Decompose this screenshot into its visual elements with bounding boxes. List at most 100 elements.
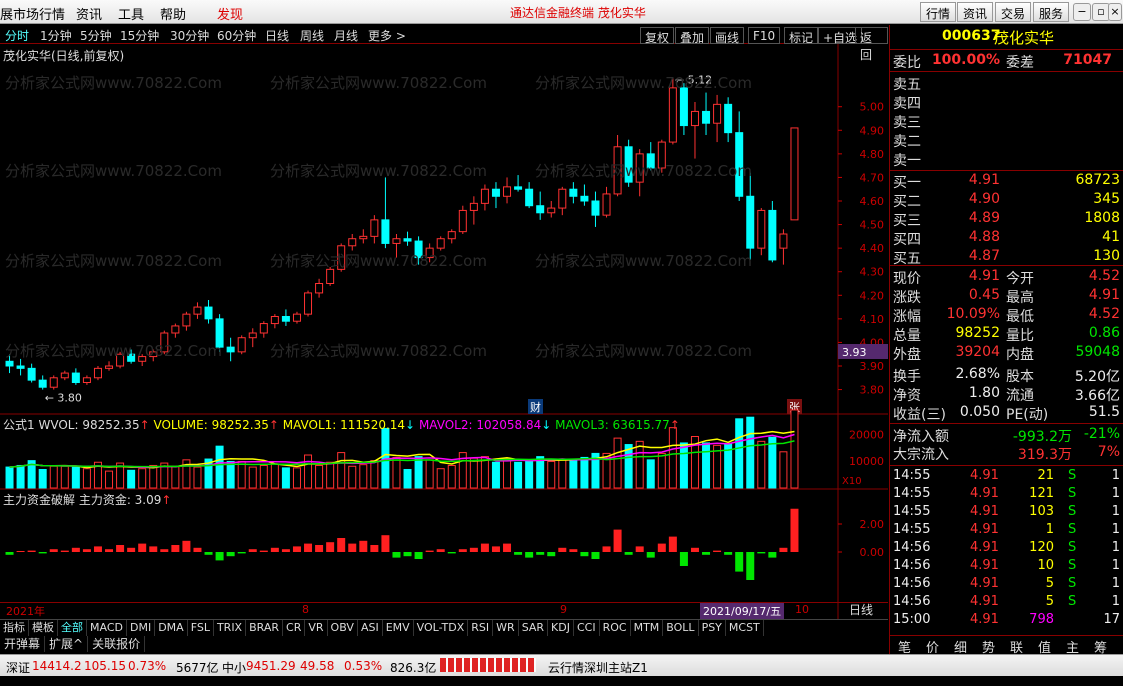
menu-market[interactable]: 展市场行情 <box>0 4 65 23</box>
kline-chart[interactable]: 5.00 4.90 4.80 4.70 4.60 4.50 4.40 4.30 4.20 4.10… <box>0 44 888 619</box>
capital-bar <box>5 552 14 555</box>
f10-button[interactable]: F10 <box>748 27 781 44</box>
candle-body <box>679 87 688 127</box>
indicator-tab[interactable]: MCST <box>726 620 764 636</box>
candle-body <box>71 372 80 384</box>
panel-tab[interactable]: 值 <box>1038 637 1051 656</box>
draw-button[interactable]: 画线 <box>710 27 745 45</box>
indicator-tab[interactable]: FSL <box>188 620 214 636</box>
tick-side: S <box>1068 540 1077 555</box>
candle-body <box>436 238 445 249</box>
period-5min[interactable]: 5分钟 <box>80 27 112 44</box>
buy-row: 买三 4.89 1808 <box>890 210 1123 229</box>
capital-bar <box>436 549 445 552</box>
indicator-tab[interactable]: CCI <box>574 620 600 636</box>
close-icon[interactable]: × <box>1108 3 1122 21</box>
extra-tab[interactable]: 扩展^ <box>45 636 89 652</box>
price-tick-label: 4.80 <box>860 148 885 161</box>
indicator-tab[interactable]: CR <box>283 620 306 636</box>
indicator-tab[interactable]: BRAR <box>246 620 284 636</box>
indicator-tab[interactable]: MACD <box>87 620 127 636</box>
candle-body <box>536 205 545 214</box>
tick-row: 15:00 4.91 798 17 <box>890 612 1123 630</box>
stat-row: 总量 98252 量比 0.86 <box>890 325 1123 344</box>
volume-bar <box>105 470 114 489</box>
weibi-value: 100.00% <box>931 52 1000 68</box>
indicator-tab[interactable]: OBV <box>328 620 358 636</box>
tick-price: 4.91 <box>970 540 999 555</box>
capital-tick-label: 2.00 <box>860 518 885 531</box>
period-30min[interactable]: 30分钟 <box>170 27 209 44</box>
indicator-tab[interactable]: PSY <box>699 620 726 636</box>
period-15min[interactable]: 15分钟 <box>120 27 159 44</box>
extra-tab[interactable]: 开弹幕 <box>0 636 46 652</box>
minimize-icon[interactable]: − <box>1073 3 1091 21</box>
mark-button[interactable]: 标记 <box>784 27 819 45</box>
indicator-tab[interactable]: ASI <box>358 620 383 636</box>
nav-trade-button[interactable]: 交易 <box>995 2 1032 22</box>
panel-tab[interactable]: 笔 <box>898 637 911 656</box>
period-more[interactable]: 更多 > <box>368 27 406 44</box>
nav-service-button[interactable]: 服务 <box>1033 2 1070 22</box>
volume-bar <box>536 456 545 489</box>
nav-news-button[interactable]: 资讯 <box>957 2 994 22</box>
formula-name[interactable]: 公式1 <box>3 418 35 432</box>
indicator-tab[interactable]: BOLL <box>663 620 699 636</box>
indicator-tab[interactable]: 指标 <box>0 620 29 636</box>
selected-date: 2021/09/17/五 <box>700 603 785 619</box>
stat-row: 换手 2.68% 股本 5.20亿 <box>890 366 1123 385</box>
indicator-tab[interactable]: WR <box>493 620 519 636</box>
volume-bar <box>569 460 578 489</box>
tick-time: 14:55 <box>893 468 931 483</box>
menu-help[interactable]: 帮助 <box>160 4 186 23</box>
menu-tools[interactable]: 工具 <box>118 4 144 23</box>
period-1min[interactable]: 1分钟 <box>40 27 72 44</box>
extra-tab[interactable]: 关联报价 <box>88 636 146 652</box>
indicator-tab[interactable]: EMV <box>383 620 414 636</box>
indicator-tab[interactable]: 全部 <box>58 620 87 636</box>
candle-body <box>602 193 611 216</box>
candle-body <box>248 332 257 339</box>
indicator-tab[interactable]: KDJ <box>548 620 574 636</box>
stat-value: 2.68% <box>955 366 1000 382</box>
adjust-button[interactable]: 复权 <box>640 27 675 45</box>
indicator-tab[interactable]: 模板 <box>29 620 58 636</box>
back-button[interactable]: 返回 <box>855 27 888 62</box>
capital-bar <box>480 543 489 552</box>
capital-bar <box>469 547 478 552</box>
buy-price: 4.91 <box>968 172 1000 188</box>
menu-discover[interactable]: 发现 <box>217 4 243 23</box>
overlay-button[interactable]: 叠加 <box>675 27 710 45</box>
volume-bar <box>447 464 456 489</box>
indicator-tab[interactable]: VOL-TDX <box>414 620 469 636</box>
indicator-tab[interactable]: TRIX <box>214 620 247 636</box>
panel-tab[interactable]: 主 <box>1066 637 1079 656</box>
tick-row: 14:55 4.91 21 S 1 <box>890 468 1123 486</box>
period-60min[interactable]: 60分钟 <box>217 27 256 44</box>
capital-bar <box>690 547 699 552</box>
capital-bar <box>259 550 268 552</box>
period-monthly[interactable]: 月线 <box>334 27 358 44</box>
indicator-tab[interactable]: SAR <box>519 620 549 636</box>
volume-bar <box>237 460 246 489</box>
nav-quote-button[interactable]: 行情 <box>920 2 957 22</box>
period-daily[interactable]: 日线 <box>265 27 289 44</box>
period-weekly[interactable]: 周线 <box>300 27 324 44</box>
indicator-tab[interactable]: DMA <box>155 620 188 636</box>
server-site[interactable]: 云行情深圳主站Z1 <box>548 659 648 676</box>
panel-tab[interactable]: 价 <box>926 637 939 656</box>
indicator-tab[interactable]: RSI <box>468 620 494 636</box>
panel-tab[interactable]: 细 <box>954 637 967 656</box>
menu-news[interactable]: 资讯 <box>76 4 102 23</box>
panel-tab[interactable]: 筹 <box>1094 637 1107 656</box>
period-intraday[interactable]: 分时 <box>5 27 29 44</box>
indicator-tab[interactable]: VR <box>305 620 328 636</box>
capital-bar <box>514 552 523 555</box>
stat-label: 流通 <box>1006 388 1034 404</box>
indicator-tab[interactable]: ROC <box>600 620 631 636</box>
indicator-tab[interactable]: DMI <box>127 620 156 636</box>
panel-tab[interactable]: 联 <box>1010 637 1023 656</box>
panel-tab[interactable]: 势 <box>982 637 995 656</box>
indicator-tab[interactable]: MTM <box>631 620 664 636</box>
volume-bar <box>171 465 180 489</box>
